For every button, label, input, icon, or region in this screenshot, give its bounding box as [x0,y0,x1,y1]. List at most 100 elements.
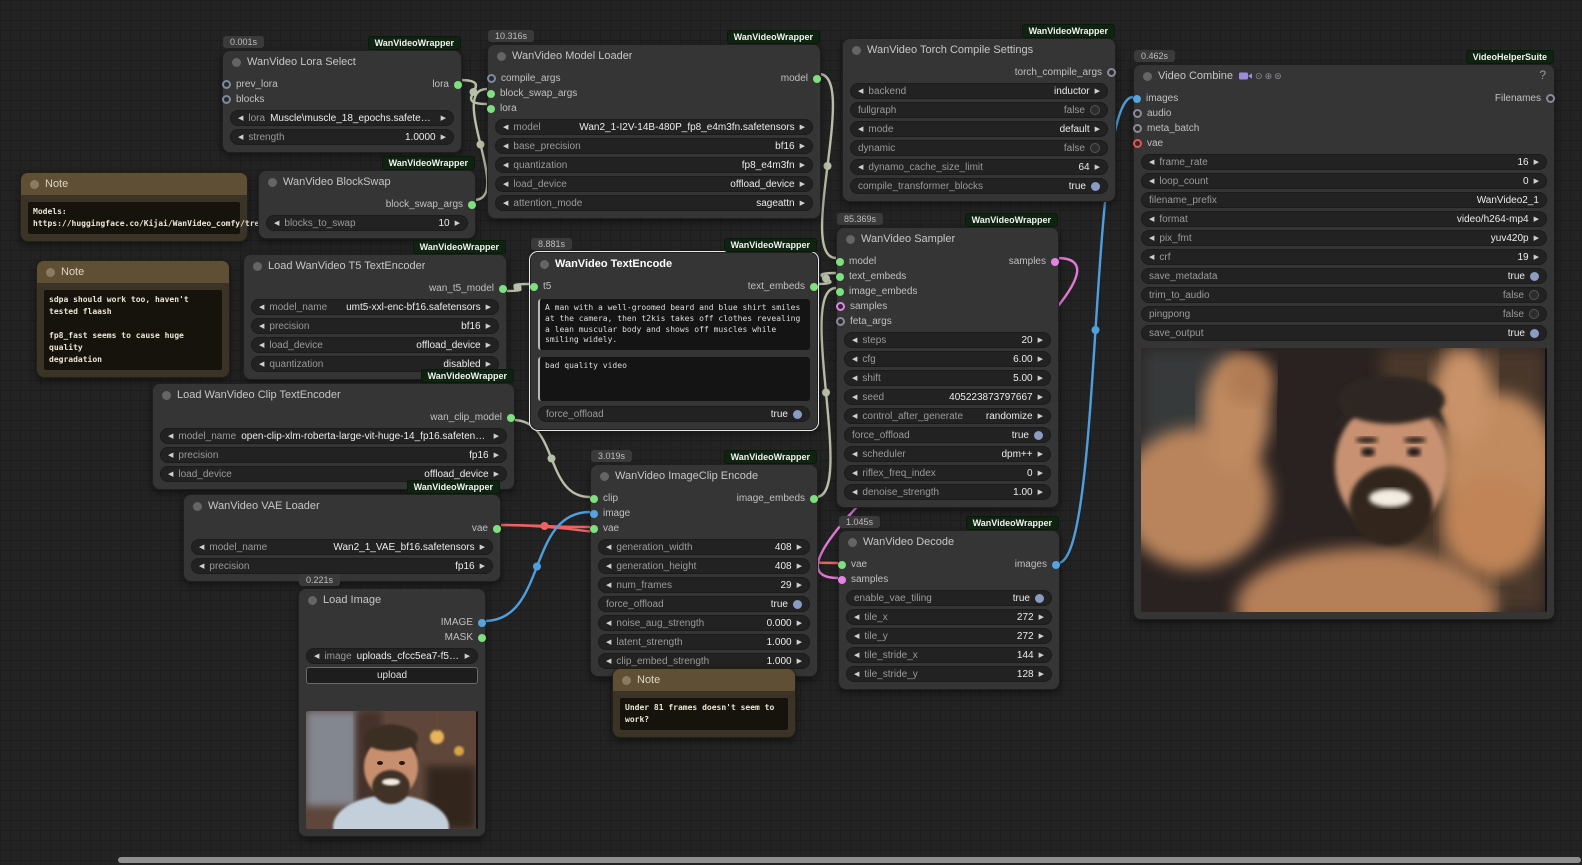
decrement-arrow-icon[interactable]: ◀ [852,470,857,477]
increment-arrow-icon[interactable]: ▶ [1534,235,1539,242]
decrement-arrow-icon[interactable]: ◀ [854,614,859,621]
node-titlebar[interactable]: WanVideo Lora Select [223,51,461,73]
decrement-arrow-icon[interactable]: ◀ [854,633,859,640]
toggle-knob[interactable] [1090,105,1100,115]
decrement-arrow-icon[interactable]: ◀ [259,323,264,330]
decrement-arrow-icon[interactable]: ◀ [854,652,859,659]
pingpong-toggle[interactable]: pingpongfalse [1141,306,1547,322]
collapse-dot[interactable] [193,502,202,511]
input-dot[interactable] [836,288,844,296]
toggle-knob[interactable] [1091,182,1100,191]
mode-widget[interactable]: ◀modedefault▶ [850,121,1108,137]
increment-arrow-icon[interactable]: ▶ [800,162,805,169]
increment-arrow-icon[interactable]: ▶ [1038,489,1043,496]
seed-widget[interactable]: ◀seed405223873797667▶ [844,389,1051,405]
node-titlebar[interactable]: WanVideo BlockSwap [259,171,475,193]
model_name-widget[interactable]: ◀model_nameumt5-xxl-enc-bf16.safetensors… [251,299,499,315]
decrement-arrow-icon[interactable]: ◀ [852,413,857,420]
input-dot[interactable] [222,80,231,89]
node-titlebar[interactable]: Load WanVideo Clip TextEncoder [153,384,514,406]
decrement-arrow-icon[interactable]: ◀ [503,200,508,207]
wanvideo-decode[interactable]: 1.045sWanVideoWrapperWanVideo Decodevaei… [838,530,1060,690]
input-dot[interactable] [590,495,598,503]
collapse-dot[interactable] [600,472,609,481]
decrement-arrow-icon[interactable]: ◀ [259,342,264,349]
load-wanvideo-clip-textencoder[interactable]: WanVideoWrapperLoad WanVideo Clip TextEn… [152,383,515,490]
increment-arrow-icon[interactable]: ▶ [486,342,491,349]
decrement-arrow-icon[interactable]: ◀ [852,337,857,344]
decrement-arrow-icon[interactable]: ◀ [1149,178,1154,185]
node-titlebar[interactable]: WanVideo Sampler [837,228,1058,250]
increment-arrow-icon[interactable]: ▶ [494,433,499,440]
increment-arrow-icon[interactable]: ▶ [1039,614,1044,621]
link-midpoint-dot[interactable] [548,455,556,463]
decrement-arrow-icon[interactable]: ◀ [852,394,857,401]
decrement-arrow-icon[interactable]: ◀ [168,452,173,459]
load-image[interactable]: 0.221sLoad ImageIMAGEMASK◀imageuploads_c… [298,588,486,837]
increment-arrow-icon[interactable]: ▶ [1534,254,1539,261]
note-models[interactable]: NoteModels: https://huggingface.co/Kijai… [20,172,248,242]
wanvideo-sampler[interactable]: 85.369sWanVideoWrapperWanVideo Samplermo… [836,227,1059,508]
decrement-arrow-icon[interactable]: ◀ [852,451,857,458]
collapse-dot[interactable] [308,596,317,605]
increment-arrow-icon[interactable]: ▶ [797,620,802,627]
precision-widget[interactable]: ◀precisionbf16▶ [251,318,499,334]
input-dot[interactable] [1133,124,1142,133]
collapse-dot[interactable] [268,178,277,187]
scheduler-widget[interactable]: ◀schedulerdpm++▶ [844,446,1051,462]
attention_mode-widget[interactable]: ◀attention_modesageattn▶ [495,195,813,211]
shift-widget[interactable]: ◀shift5.00▶ [844,370,1051,386]
decrement-arrow-icon[interactable]: ◀ [852,356,857,363]
decrement-arrow-icon[interactable]: ◀ [259,304,264,311]
decrement-arrow-icon[interactable]: ◀ [314,653,319,660]
link-midpoint-dot[interactable] [822,275,830,283]
link-midpoint-dot[interactable] [514,284,522,292]
decrement-arrow-icon[interactable]: ◀ [238,115,243,122]
input-dot[interactable] [836,258,844,266]
denoise_strength-widget[interactable]: ◀denoise_strength1.00▶ [844,484,1051,500]
generation_height-widget[interactable]: ◀generation_height408▶ [598,558,810,574]
upload-button[interactable]: upload [306,667,478,684]
output-dot[interactable] [1052,561,1060,569]
wanvideo-model-loader[interactable]: 10.316sWanVideoWrapperWanVideo Model Loa… [487,44,821,219]
input-dot[interactable] [836,273,844,281]
increment-arrow-icon[interactable]: ▶ [1534,178,1539,185]
increment-arrow-icon[interactable]: ▶ [480,563,485,570]
collapse-dot[interactable] [852,46,861,55]
output-dot[interactable] [478,634,486,642]
increment-arrow-icon[interactable]: ▶ [1534,216,1539,223]
load-wanvideo-t5-textencoder[interactable]: WanVideoWrapperLoad WanVideo T5 TextEnco… [243,254,507,380]
node-titlebar[interactable]: WanVideo ImageClip Encode [591,465,817,487]
control_after_generate-widget[interactable]: ◀control_after_generaterandomize▶ [844,408,1051,424]
dynamo_cache_size_limit-widget[interactable]: ◀dynamo_cache_size_limit64▶ [850,159,1108,175]
collapse-dot[interactable] [30,180,39,189]
backend-widget[interactable]: ◀backendinductor▶ [850,83,1108,99]
increment-arrow-icon[interactable]: ▶ [1039,633,1044,640]
node-graph-canvas[interactable]: 0.001sWanVideoWrapperWanVideo Lora Selec… [0,0,1582,865]
output-dot[interactable] [499,285,507,293]
collapse-dot[interactable] [540,260,549,269]
collapse-dot[interactable] [1143,72,1152,81]
filename_prefix-widget[interactable]: filename_prefixWanVideo2_1 [1141,192,1547,208]
decrement-arrow-icon[interactable]: ◀ [274,220,279,227]
positive-prompt-textarea[interactable]: A man with a well-groomed beard and blue… [538,299,810,350]
decrement-arrow-icon[interactable]: ◀ [858,126,863,133]
collapse-dot[interactable] [162,391,171,400]
increment-arrow-icon[interactable]: ▶ [494,452,499,459]
loop_count-widget[interactable]: ◀loop_count0▶ [1141,173,1547,189]
collapse-dot[interactable] [622,676,631,685]
input-dot[interactable] [838,576,846,584]
dynamic-toggle[interactable]: dynamicfalse [850,140,1108,156]
trim_to_audio-toggle[interactable]: trim_to_audiofalse [1141,287,1547,303]
node-titlebar[interactable]: Video Combine ⊙ ⊕ ⊜? [1134,65,1554,87]
collapse-dot[interactable] [497,52,506,61]
noise_aug_strength-widget[interactable]: ◀noise_aug_strength0.000▶ [598,615,810,631]
input-dot[interactable] [1133,139,1142,148]
output-dot[interactable] [493,525,501,533]
increment-arrow-icon[interactable]: ▶ [1095,88,1100,95]
decrement-arrow-icon[interactable]: ◀ [852,489,857,496]
node-titlebar[interactable]: WanVideo VAE Loader [184,495,500,517]
model-widget[interactable]: ◀modelWan2_1-I2V-14B-480P_fp8_e4m3fn.saf… [495,119,813,135]
decrement-arrow-icon[interactable]: ◀ [606,620,611,627]
increment-arrow-icon[interactable]: ▶ [441,115,446,122]
